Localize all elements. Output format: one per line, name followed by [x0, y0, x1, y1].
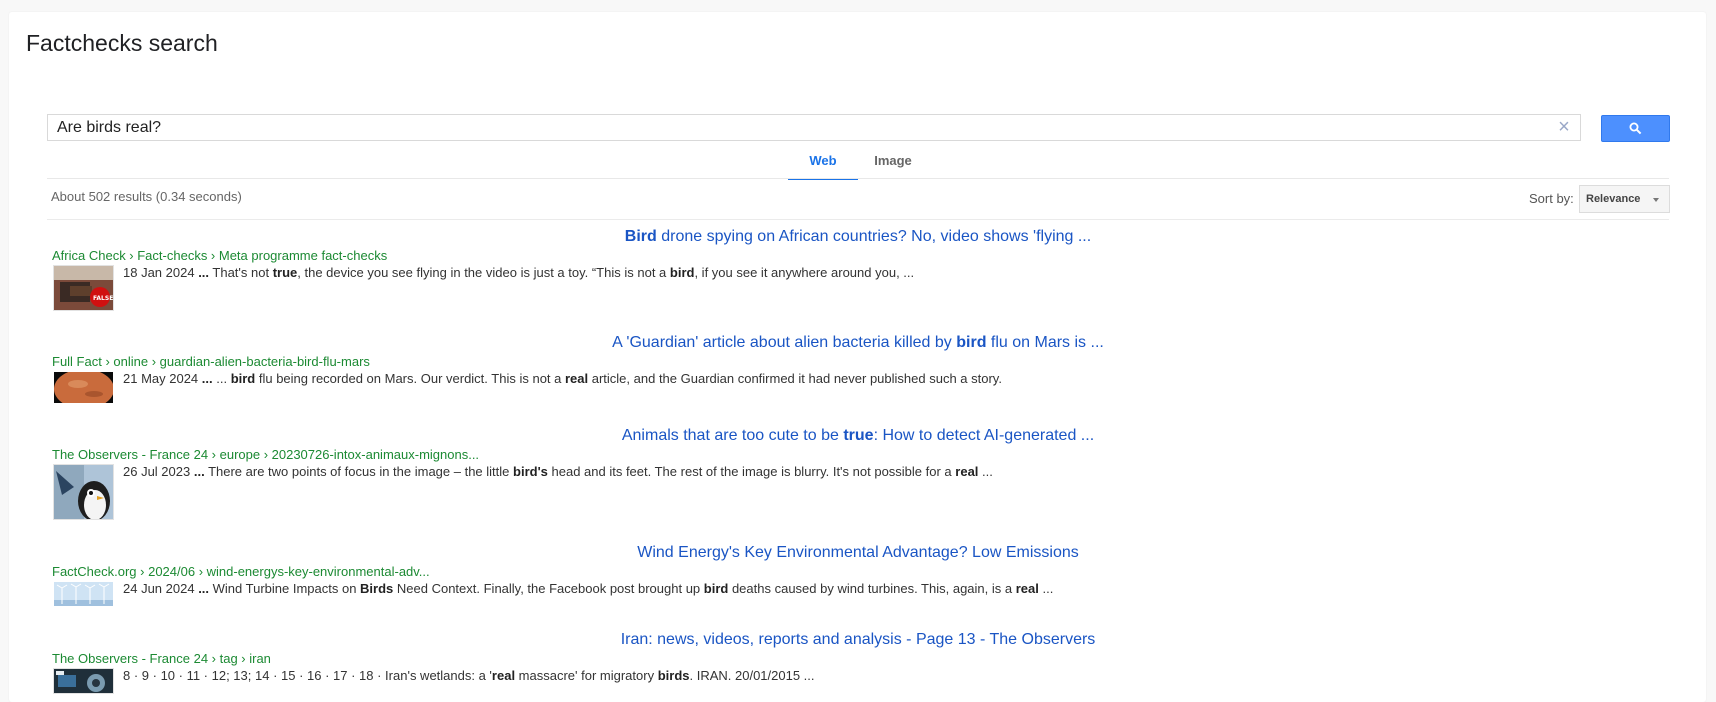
text-segment: 24 Jun 2024: [123, 581, 199, 596]
text-segment: There are two points of focus in the ima…: [204, 464, 514, 479]
text-segment: flu being recorded on Mars. Our verdict.…: [255, 371, 565, 386]
text-segment: A 'Guardian' article about alien bacteri…: [612, 334, 957, 351]
text-segment: Need Context. Finally, the Facebook post…: [393, 581, 704, 596]
highlighted-term: bird: [669, 265, 695, 280]
result-url[interactable]: Africa Check › Fact-checks › Meta progra…: [52, 248, 387, 263]
highlighted-term: real: [1015, 581, 1039, 596]
highlighted-term: ...: [198, 265, 210, 280]
text-segment: 21 May 2024: [123, 371, 202, 386]
result-url[interactable]: Full Fact › online › guardian-alien-bact…: [52, 354, 370, 369]
highlighted-term: bird: [703, 581, 729, 596]
highlighted-term: Bird: [624, 228, 657, 245]
highlighted-term: true: [272, 265, 298, 280]
text-segment: Wind Energy's Key Environmental Advantag…: [637, 544, 1079, 561]
chevron-down-icon: [1653, 198, 1659, 202]
text-segment: : How to detect AI-generated ...: [873, 427, 1095, 444]
results-info: About 502 results (0.34 seconds): [51, 189, 242, 204]
text-segment: flu on Mars is ...: [986, 334, 1104, 351]
svg-text:FALSE: FALSE: [93, 295, 113, 302]
text-segment: , the device you see flying in the video…: [297, 265, 670, 280]
search-box: ×: [47, 114, 1581, 141]
text-segment: Animals that are too cute to be: [621, 427, 844, 444]
text-segment: That's not: [209, 265, 273, 280]
highlighted-term: ...: [201, 371, 213, 386]
sort-value: Relevance: [1586, 193, 1641, 205]
text-segment: article, and the Guardian confirmed it h…: [588, 371, 1002, 386]
result-snippet: 21 May 2024 ... ... bird flu being recor…: [123, 371, 1002, 386]
highlighted-term: true: [843, 427, 874, 444]
result-snippet: 24 Jun 2024 ... Wind Turbine Impacts on …: [123, 581, 1053, 596]
text-segment: Iran: news, videos, reports and analysis…: [620, 631, 1096, 648]
close-icon[interactable]: ×: [1554, 117, 1574, 137]
text-segment: ...: [978, 464, 993, 479]
result-title[interactable]: Iran: news, videos, reports and analysis…: [0, 631, 1716, 649]
false-stamp-thumbnail[interactable]: FALSE: [53, 265, 114, 311]
text-segment: ...: [212, 371, 231, 386]
observers-video-thumbnail[interactable]: [53, 668, 114, 694]
text-segment: , if you see it anywhere around you, ...: [694, 265, 915, 280]
mars-thumbnail[interactable]: [53, 371, 114, 404]
result-title[interactable]: A 'Guardian' article about alien bacteri…: [0, 334, 1716, 352]
tabs-divider: [47, 178, 1669, 179]
text-segment: deaths caused by wind turbines. This, ag…: [728, 581, 1016, 596]
highlighted-term: real: [491, 668, 516, 683]
penguin-thumbnail[interactable]: [53, 464, 114, 520]
result-snippet: 8 · 9 · 10 · 11 · 12; 13; 14 · 15 · 16 ·…: [123, 668, 815, 683]
result-url[interactable]: The Observers - France 24 › tag › iran: [52, 651, 271, 666]
search-icon: [1629, 122, 1642, 135]
text-segment: drone spying on African countries? No, v…: [656, 228, 1092, 245]
result-title[interactable]: Animals that are too cute to be true: Ho…: [0, 427, 1716, 445]
search-input[interactable]: [48, 115, 1548, 140]
results-divider: [47, 219, 1669, 220]
text-segment: . IRAN. 20/01/2015 ...: [689, 668, 815, 683]
page-title: Factchecks search: [26, 30, 218, 56]
result-snippet: 26 Jul 2023 ... There are two points of …: [123, 464, 993, 479]
text-segment: 18 Jan 2024: [123, 265, 199, 280]
highlighted-term: ...: [193, 464, 205, 479]
search-button[interactable]: [1601, 115, 1670, 142]
highlighted-term: Birds: [360, 581, 394, 596]
result-title[interactable]: Bird drone spying on African countries? …: [0, 228, 1716, 246]
highlighted-term: bird's: [513, 464, 548, 479]
text-segment: 26 Jul 2023: [123, 464, 194, 479]
highlighted-term: birds: [657, 668, 690, 683]
result-url[interactable]: FactCheck.org › 2024/06 › wind-energys-k…: [52, 564, 430, 579]
result-url[interactable]: The Observers - France 24 › europe › 202…: [52, 447, 479, 462]
sort-label: Sort by:: [1529, 191, 1574, 206]
text-segment: ...: [1038, 581, 1054, 596]
highlighted-term: ...: [198, 581, 210, 596]
highlighted-term: real: [955, 464, 979, 479]
text-segment: 8 · 9 · 10 · 11 · 12; 13; 14 · 15 · 16 ·…: [123, 668, 492, 683]
tab-image[interactable]: Image: [858, 152, 928, 178]
text-segment: Wind Turbine Impacts on: [209, 581, 361, 596]
text-segment: head and its feet. The rest of the image…: [547, 464, 956, 479]
highlighted-term: real: [564, 371, 589, 386]
highlighted-term: bird: [956, 334, 987, 351]
wind-turbines-thumbnail[interactable]: [53, 581, 114, 607]
result-title[interactable]: Wind Energy's Key Environmental Advantag…: [0, 544, 1716, 562]
text-segment: massacre' for migratory: [515, 668, 658, 683]
result-snippet: 18 Jan 2024 ... That's not true, the dev…: [123, 265, 914, 280]
sort-dropdown[interactable]: Relevance: [1579, 185, 1670, 213]
highlighted-term: bird: [230, 371, 256, 386]
tab-web[interactable]: Web: [788, 152, 858, 180]
